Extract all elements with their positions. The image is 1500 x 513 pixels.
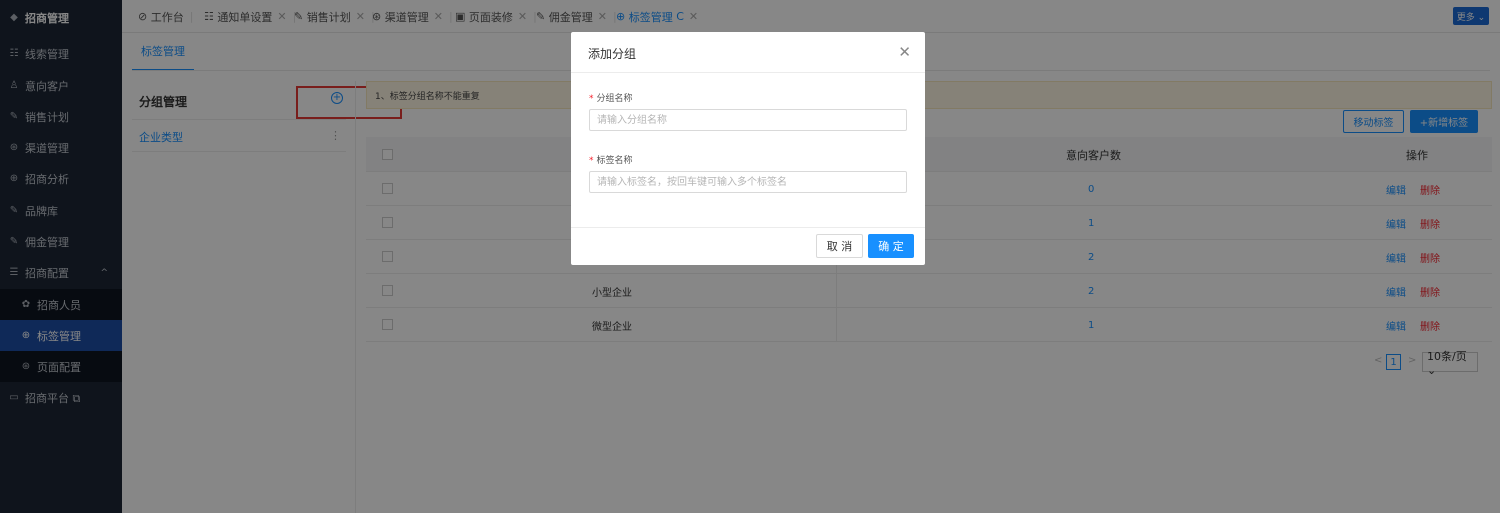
required-mark: *: [589, 156, 594, 166]
dialog-title: 添加分组: [588, 47, 637, 61]
required-mark: *: [589, 94, 594, 104]
close-icon[interactable]: ✕: [898, 43, 911, 61]
divider: [571, 72, 925, 73]
cancel-button[interactable]: 取 消: [816, 234, 863, 258]
group-name-label-text: 分组名称: [596, 94, 633, 104]
group-name-label: * 分组名称: [589, 91, 633, 104]
tag-name-input[interactable]: [589, 171, 907, 193]
tag-name-label-text: 标签名称: [596, 156, 633, 166]
add-group-dialog: 添加分组 ✕ *分组名称 *标签名称 取 消 确 定: [571, 32, 925, 265]
group-name-input[interactable]: [589, 109, 907, 131]
divider: [571, 227, 925, 228]
confirm-button[interactable]: 确 定: [868, 234, 914, 258]
tag-name-label: * 标签名称: [589, 153, 633, 166]
